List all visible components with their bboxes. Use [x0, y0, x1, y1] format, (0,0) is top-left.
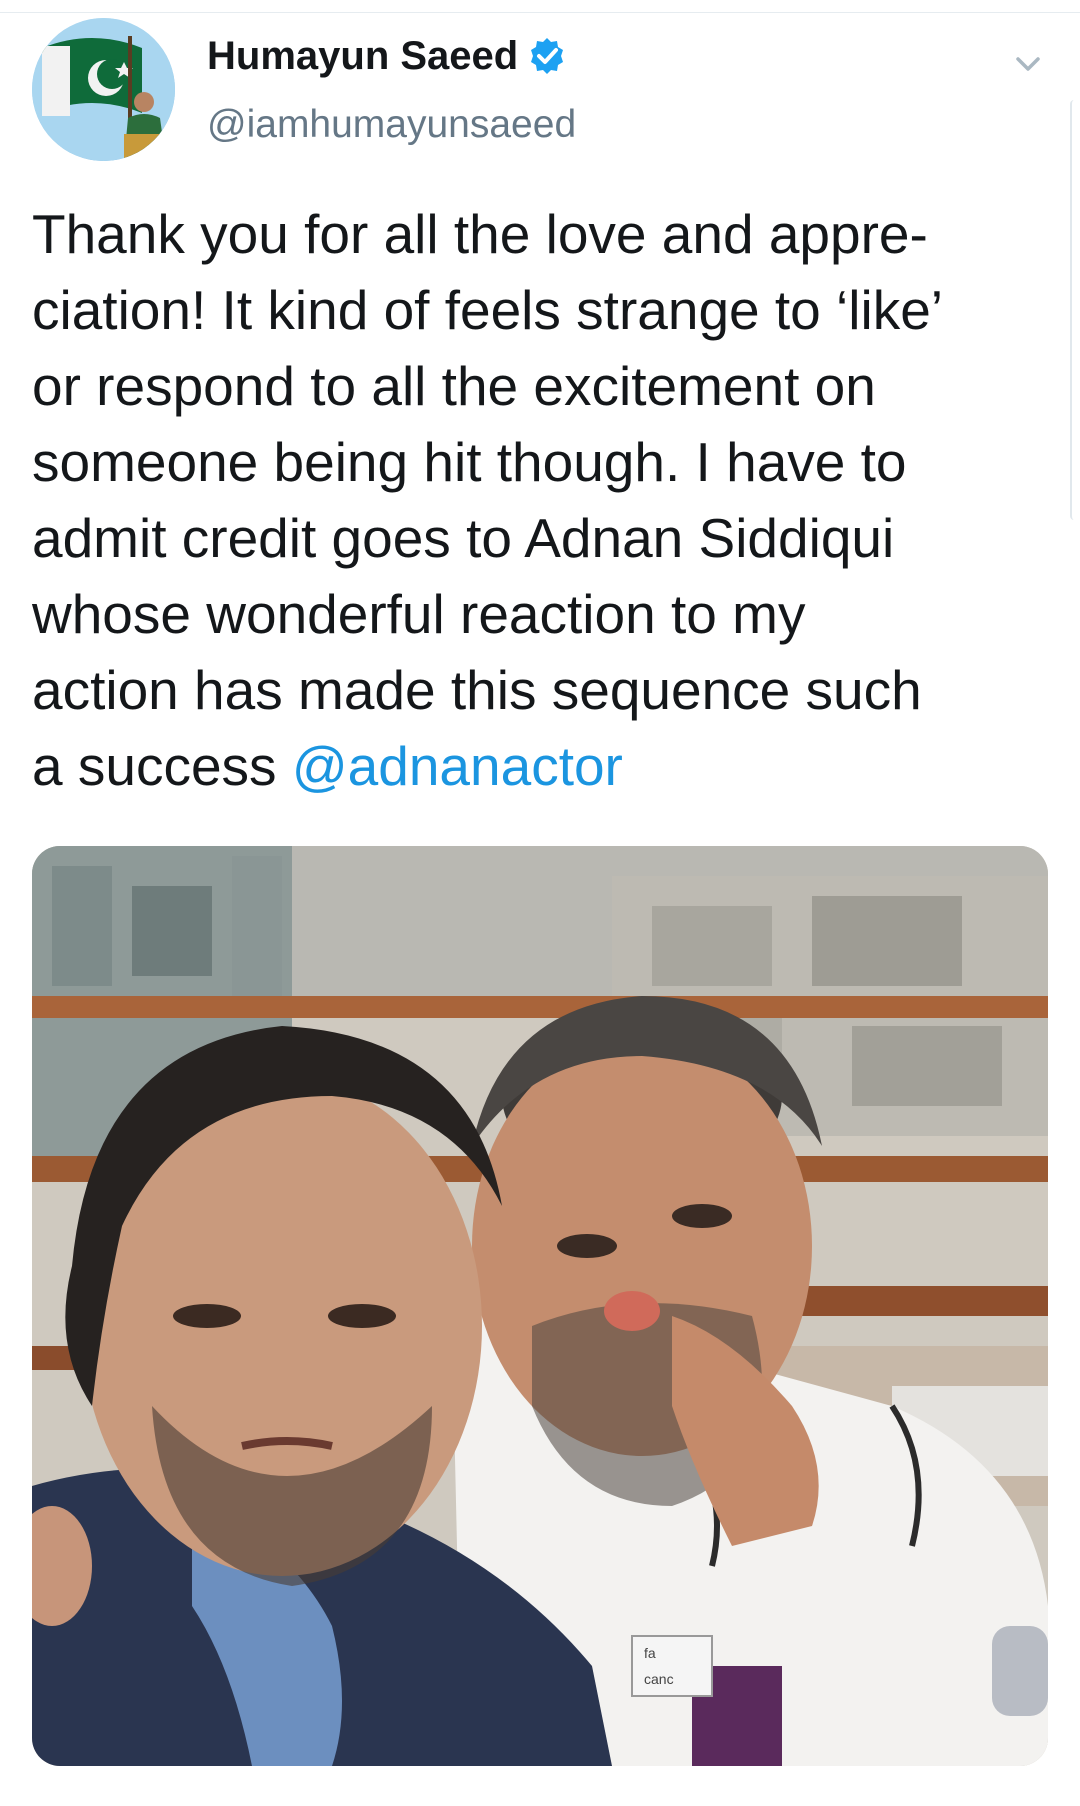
- tweet-line: ciation! It kind of feels strange to ‘li…: [32, 279, 944, 341]
- tweet-text: Thank you for all the love and appre- ci…: [32, 196, 1042, 804]
- tweet-line: action has made this sequence such: [32, 659, 922, 721]
- scroll-edge: [1070, 100, 1080, 520]
- avatar[interactable]: [32, 18, 175, 161]
- top-divider: [0, 0, 1080, 13]
- badge-text: fa: [644, 1645, 656, 1661]
- tweet-line: Thank you for all the love and appre-: [32, 203, 928, 265]
- display-name[interactable]: Humayun Saeed: [207, 32, 518, 80]
- badge-text: canc: [644, 1671, 674, 1687]
- tweet-header: Humayun Saeed @iamhumayunsaeed: [32, 18, 1048, 168]
- tweet-line: admit credit goes to Adnan Siddiqui: [32, 507, 895, 569]
- author-name-row: Humayun Saeed: [207, 32, 566, 80]
- tweet-line-prefix: a success: [32, 735, 292, 797]
- avatar-image: [32, 18, 175, 161]
- chevron-down-icon[interactable]: [1008, 44, 1048, 84]
- mention-link[interactable]: @adnanactor: [292, 735, 623, 797]
- tweet-photo[interactable]: fa canc: [32, 846, 1048, 1766]
- selfie-photo: fa canc: [32, 846, 1048, 1766]
- tweet-line: someone being hit though. I have to: [32, 431, 907, 493]
- tweet-line-last: a success @adnanactor: [32, 728, 1042, 804]
- tweet-line: or respond to all the excitement on: [32, 355, 876, 417]
- tweet-line: whose wonderful reaction to my: [32, 583, 806, 645]
- verified-badge-icon: [528, 37, 566, 75]
- author-handle[interactable]: @iamhumayunsaeed: [207, 102, 576, 148]
